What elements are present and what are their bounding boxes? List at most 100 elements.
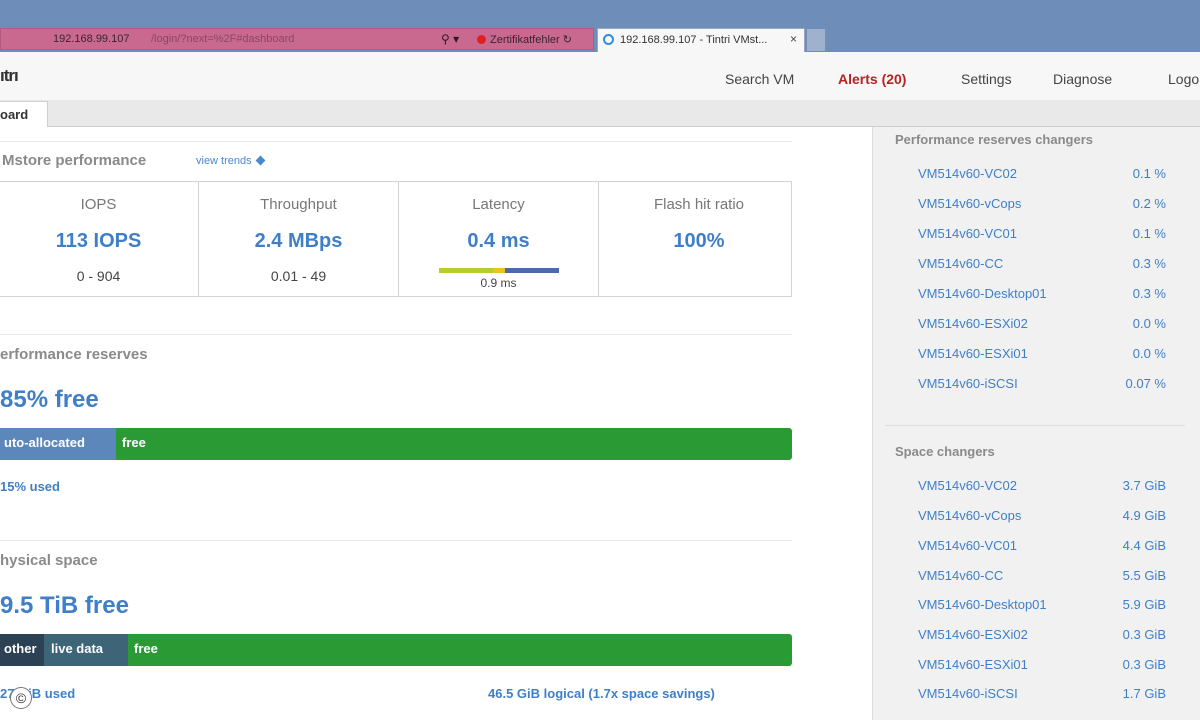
space-changer-row[interactable]: VM514v60-ESXi01 0.3 GiB — [918, 657, 1166, 672]
divider — [0, 540, 792, 541]
vm-name[interactable]: VM514v60-Desktop01 — [918, 597, 1047, 612]
vm-name[interactable]: VM514v60-ESXi02 — [918, 627, 1028, 642]
vm-name[interactable]: VM514v60-ESXi01 — [918, 346, 1028, 361]
reserves-free: 85% free — [0, 386, 99, 413]
metric-value: 2.4 MBps — [254, 230, 343, 252]
metric-iops: IOPS 113 IOPS 0 - 904 — [0, 182, 199, 296]
perf-changer-row[interactable]: VM514v60-iSCSI 0.07 % — [918, 376, 1166, 391]
reserves-title: erformance reserves — [0, 346, 148, 363]
space-changer-row[interactable]: VM514v60-VC02 3.7 GiB — [918, 478, 1166, 493]
physical-space-bar: other live data free — [0, 634, 792, 666]
vm-value: 0.07 % — [1125, 376, 1166, 391]
address-bar[interactable]: 192.168.99.107 /login/?next=%2F#dashboar… — [0, 28, 594, 50]
vm-value: 0.0 % — [1132, 316, 1166, 331]
tab-strip — [0, 100, 1200, 127]
vm-name[interactable]: VM514v60-iSCSI — [918, 376, 1018, 391]
new-tab-button[interactable] — [807, 29, 825, 51]
vm-value: 0.3 GiB — [1122, 627, 1166, 642]
space-changer-row[interactable]: VM514v60-Desktop01 5.9 GiB — [918, 597, 1166, 612]
refresh-icon[interactable]: ↻ — [563, 34, 572, 46]
nav-alerts[interactable]: Alerts (20) — [838, 71, 906, 87]
performance-metrics: IOPS 113 IOPS 0 - 904 Throughput 2.4 MBp… — [0, 181, 792, 297]
latency-bar-segment — [505, 268, 559, 273]
metric-label: IOPS — [80, 196, 117, 213]
perf-changer-row[interactable]: VM514v60-ESXi01 0.0 % — [918, 346, 1166, 361]
vm-value: 0.1 % — [1132, 226, 1166, 241]
browser-tab-title: 192.168.99.107 - Tintri VMst... — [620, 34, 768, 46]
latency-bar — [439, 268, 559, 273]
address-url: 192.168.99.107 — [53, 33, 130, 45]
app-logo: ıtrı — [0, 66, 19, 85]
reserves-used: 15% used — [0, 479, 60, 494]
metric-latency: Latency 0.4 ms 0.9 ms — [399, 182, 599, 296]
vm-name[interactable]: VM514v60-VC02 — [918, 166, 1017, 181]
perf-changers-title: Performance reserves changers — [895, 132, 1094, 147]
close-tab-icon[interactable]: × — [790, 32, 797, 46]
bar-segment-free: free — [134, 641, 158, 656]
metric-throughput: Throughput 2.4 MBps 0.01 - 49 — [199, 182, 399, 296]
nav-diagnose[interactable]: Diagnose — [1053, 71, 1112, 87]
bar-segment-live-data: live data — [44, 634, 128, 666]
perf-changer-row[interactable]: VM514v60-VC01 0.1 % — [918, 226, 1166, 241]
view-trends-label: view trends — [196, 155, 252, 167]
nav-settings[interactable]: Settings — [961, 71, 1012, 87]
vm-value: 0.2 % — [1132, 196, 1166, 211]
vm-value: 3.7 GiB — [1122, 478, 1166, 493]
vm-value: 0.3 % — [1132, 286, 1166, 301]
vm-name[interactable]: VM514v60-ESXi02 — [918, 316, 1028, 331]
certificate-error-label: Zertifikatfehler — [490, 34, 560, 46]
vm-name[interactable]: VM514v60-VC02 — [918, 478, 1017, 493]
space-changer-row[interactable]: VM514v60-CC 5.5 GiB — [918, 568, 1166, 583]
bar-segment-free: free — [122, 435, 146, 450]
vm-name[interactable]: VM514v60-CC — [918, 256, 1003, 271]
certificate-error[interactable]: Zertifikatfehler ↻ — [477, 33, 572, 46]
metric-value: 113 IOPS — [55, 230, 142, 252]
vm-value: 5.5 GiB — [1122, 568, 1166, 583]
browser-tab-active[interactable]: 192.168.99.107 - Tintri VMst... × — [597, 28, 805, 52]
space-changer-row[interactable]: VM514v60-ESXi02 0.3 GiB — [918, 627, 1166, 642]
bar-segment-auto-allocated: uto-allocated — [0, 428, 116, 460]
performance-title: Mstore performance — [2, 152, 147, 169]
perf-changer-row[interactable]: VM514v60-vCops 0.2 % — [918, 196, 1166, 211]
perf-changer-row[interactable]: VM514v60-Desktop01 0.3 % — [918, 286, 1166, 301]
vm-value: 0.3 GiB — [1122, 657, 1166, 672]
perf-changer-row[interactable]: VM514v60-CC 0.3 % — [918, 256, 1166, 271]
perf-changer-row[interactable]: VM514v60-VC02 0.1 % — [918, 166, 1166, 181]
physical-space-title: hysical space — [0, 552, 98, 569]
metric-label: Throughput — [260, 196, 337, 213]
vm-value: 0.1 % — [1132, 166, 1166, 181]
metric-flash-hit-ratio: Flash hit ratio 100% — [599, 182, 799, 296]
divider — [0, 334, 792, 335]
space-changer-row[interactable]: VM514v60-VC01 4.4 GiB — [918, 538, 1166, 553]
metric-value: 0.4 ms — [467, 230, 530, 252]
space-changer-row[interactable]: VM514v60-vCops 4.9 GiB — [918, 508, 1166, 523]
vm-name[interactable]: VM514v60-Desktop01 — [918, 286, 1047, 301]
vm-name[interactable]: VM514v60-iSCSI — [918, 686, 1018, 701]
copyright-mark: © — [10, 687, 32, 709]
physical-space-logical: 46.5 GiB logical (1.7x space savings) — [488, 686, 715, 701]
vm-name[interactable]: VM514v60-vCops — [918, 508, 1021, 523]
space-changers-title: Space changers — [895, 444, 995, 459]
metric-range: 0.9 ms — [480, 276, 517, 290]
reserves-bar: uto-allocated free — [0, 428, 792, 460]
tab-dashboard[interactable]: oard — [0, 101, 48, 127]
vm-name[interactable]: VM514v60-ESXi01 — [918, 657, 1028, 672]
app-header: ıtrı — [0, 52, 1200, 100]
error-icon — [477, 35, 486, 44]
latency-bar-segment — [439, 268, 493, 273]
view-trends-link[interactable]: view trends — [196, 155, 266, 167]
physical-space-free: 9.5 TiB free — [0, 592, 129, 619]
arrow-icon — [255, 155, 266, 166]
space-changer-row[interactable]: VM514v60-iSCSI 1.7 GiB — [918, 686, 1166, 701]
divider — [885, 425, 1185, 426]
nav-logout[interactable]: Logo — [1168, 71, 1199, 87]
vm-name[interactable]: VM514v60-CC — [918, 568, 1003, 583]
perf-changer-row[interactable]: VM514v60-ESXi02 0.0 % — [918, 316, 1166, 331]
metric-label: Flash hit ratio — [653, 196, 745, 213]
vm-name[interactable]: VM514v60-VC01 — [918, 226, 1017, 241]
vm-value: 4.4 GiB — [1122, 538, 1166, 553]
vm-name[interactable]: VM514v60-vCops — [918, 196, 1021, 211]
vm-name[interactable]: VM514v60-VC01 — [918, 538, 1017, 553]
nav-search-vm[interactable]: Search VM — [725, 71, 794, 87]
search-dropdown-icon[interactable]: ⚲ ▾ — [441, 32, 459, 46]
